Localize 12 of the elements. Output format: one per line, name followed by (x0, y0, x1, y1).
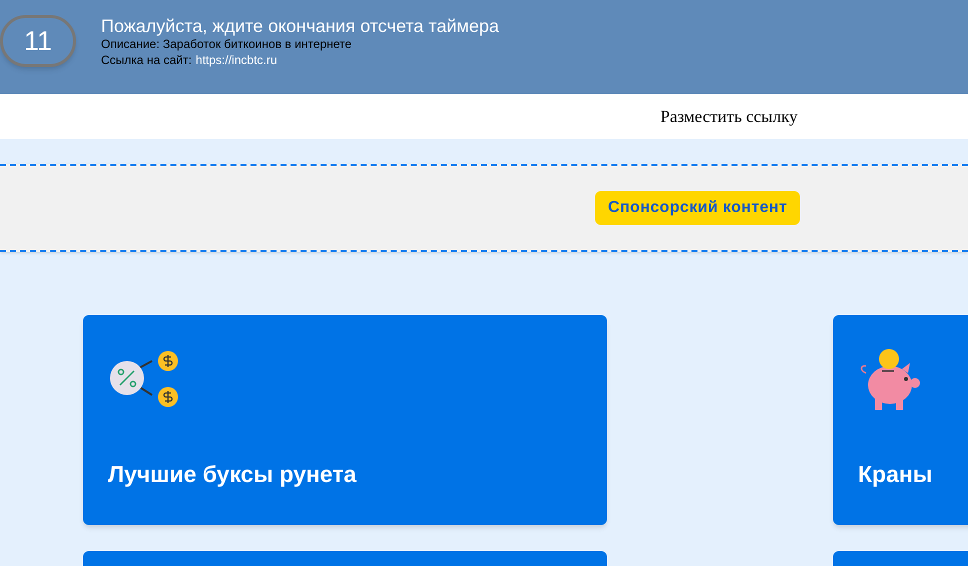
card-title: Лучшие буксы рунета (108, 460, 356, 489)
timer-counter: 11 (0, 15, 76, 67)
header-title: Пожалуйста, ждите окончания отсчета таймера (101, 15, 500, 37)
sponsor-badge: Спонсорский контент (595, 191, 800, 225)
card[interactable]: Краны (833, 315, 968, 525)
card-title: Краны (858, 460, 932, 489)
card[interactable]: Лучшие буксы рунета (83, 315, 607, 525)
percent-coins-icon (108, 351, 180, 407)
place-link[interactable]: Разместить ссылку (660, 104, 798, 130)
link-label: Ссылка на сайт: (101, 52, 192, 68)
description-text: Описание: Заработок биткоинов в интернете (101, 37, 353, 52)
site-link[interactable]: https://incbtc.ru (196, 52, 278, 68)
